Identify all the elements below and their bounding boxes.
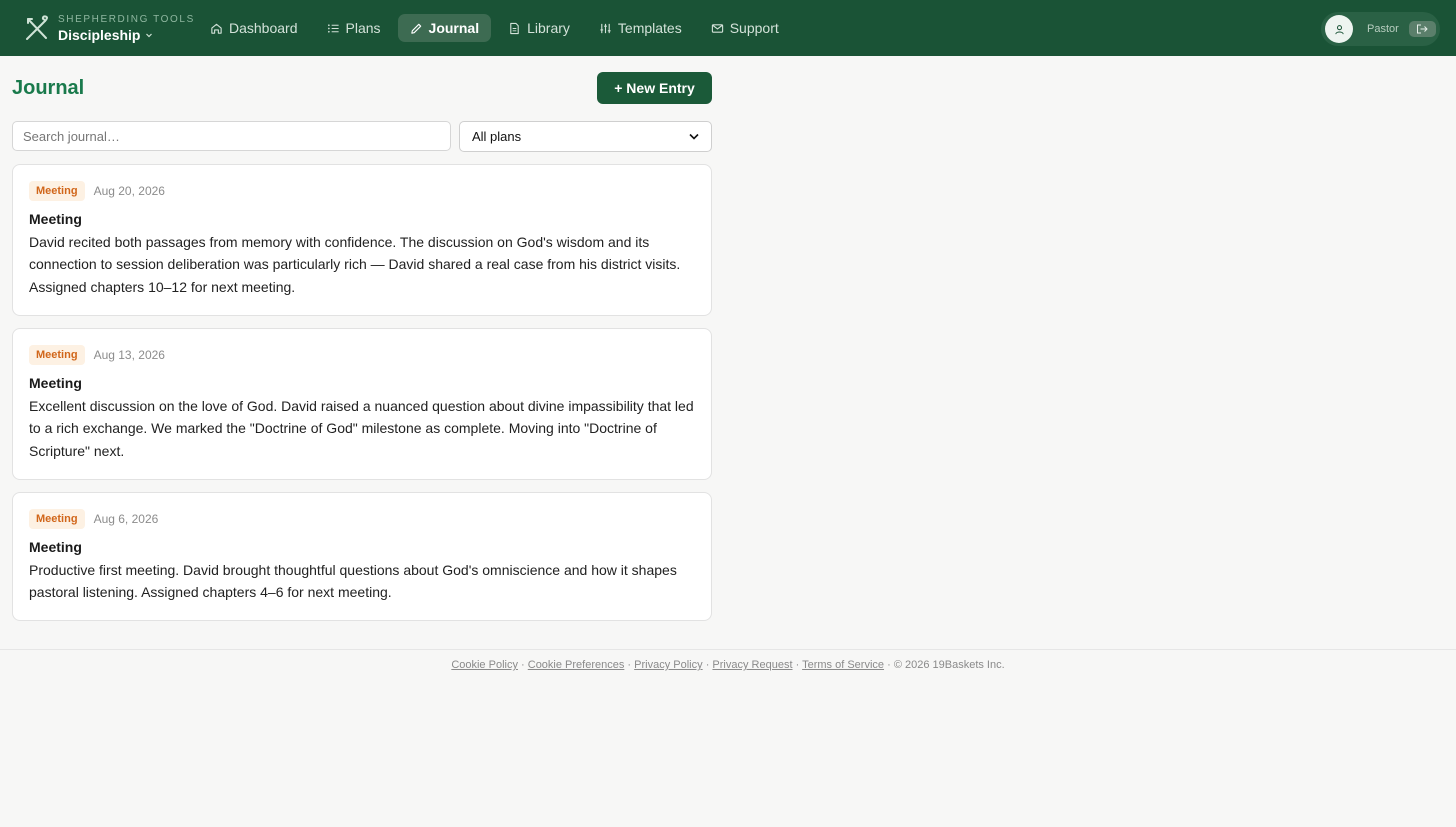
page-title: Journal	[12, 77, 85, 99]
entry-date: Aug 13, 2026	[93, 348, 165, 362]
brand-kicker: SHEPHERDING TOOLS	[58, 14, 195, 25]
brand-name-label: Discipleship	[58, 27, 141, 43]
footer-separator: ·	[795, 659, 800, 671]
journal-entry-card[interactable]: Meeting Aug 20, 2026 Meeting David recit…	[12, 164, 712, 316]
search-input[interactable]	[12, 121, 451, 151]
chevron-down-icon	[689, 133, 699, 140]
user-menu[interactable]: Pastor	[1321, 12, 1440, 46]
footer-separator: ·	[887, 659, 891, 671]
entry-body: Excellent discussion on the love of God.…	[29, 398, 694, 459]
footer-link-privacy-request[interactable]: Privacy Request	[712, 659, 792, 671]
entry-title: Meeting	[29, 539, 82, 555]
entry-title: Meeting	[29, 375, 82, 391]
brand-text: SHEPHERDING TOOLS Discipleship	[58, 14, 195, 43]
crook-logo-icon	[26, 15, 48, 40]
nav-item-templates[interactable]: Templates	[587, 14, 694, 42]
brand-switcher[interactable]: SHEPHERDING TOOLS Discipleship	[24, 12, 195, 44]
mail-icon	[711, 23, 723, 33]
sliders-icon	[600, 23, 611, 33]
footer-link-cookie-policy[interactable]: Cookie Policy	[451, 659, 518, 671]
nav-item-label: Dashboard	[229, 20, 298, 36]
journal-entry-card[interactable]: Meeting Aug 13, 2026 Meeting Excellent d…	[12, 328, 712, 480]
entry-type-badge: Meeting	[29, 345, 85, 365]
nav-item-plans[interactable]: Plans	[315, 14, 393, 42]
list-icon	[327, 23, 339, 33]
footer-link-cookie-preferences[interactable]: Cookie Preferences	[528, 659, 625, 671]
entry-body: David recited both passages from memory …	[29, 234, 681, 295]
entry-header: Meeting Aug 6, 2026	[29, 509, 695, 529]
document-icon	[510, 22, 519, 34]
nav-item-library[interactable]: Library	[496, 14, 582, 42]
logout-icon	[1417, 24, 1429, 34]
brand-name: Discipleship	[58, 28, 195, 42]
nav-item-journal[interactable]: Journal	[397, 14, 492, 42]
footer-separator: ·	[705, 659, 710, 671]
nav-item-label: Plans	[345, 20, 381, 36]
entry-header: Meeting Aug 20, 2026	[29, 181, 695, 201]
nav-item-label: Library	[527, 20, 570, 36]
home-icon	[211, 23, 222, 34]
footer: Cookie Policy · Cookie Preferences · Pri…	[0, 649, 1456, 827]
entry-title: Meeting	[29, 211, 82, 227]
new-entry-button[interactable]: + New Entry	[597, 72, 712, 104]
entry-date: Aug 20, 2026	[93, 184, 165, 198]
nav-item-label: Support	[729, 20, 779, 36]
plan-filter-select[interactable]: All plans	[459, 121, 712, 152]
chevron-down-icon	[146, 33, 153, 38]
avatar[interactable]	[1325, 15, 1353, 43]
entry-type-badge: Meeting	[29, 181, 85, 201]
nav-item-label: Journal	[428, 20, 480, 36]
plan-filter-value: All plans	[472, 129, 522, 144]
pencil-icon	[410, 23, 421, 34]
footer-link-terms-of-service[interactable]: Terms of Service	[802, 659, 884, 671]
footer-link-privacy-policy[interactable]: Privacy Policy	[634, 659, 702, 671]
top-navbar: SHEPHERDING TOOLS Discipleship Dashboard…	[0, 0, 1456, 56]
footer-copyright: © 2026 19Baskets Inc.	[893, 659, 1005, 671]
main-nav: Dashboard Plans Journal Library Template…	[198, 14, 796, 42]
entry-date: Aug 6, 2026	[93, 512, 159, 526]
entry-type-badge: Meeting	[29, 509, 85, 529]
logout-button[interactable]	[1408, 21, 1436, 37]
nav-item-dashboard[interactable]: Dashboard	[198, 14, 310, 42]
user-icon	[1334, 24, 1344, 34]
entry-header: Meeting Aug 13, 2026	[29, 345, 695, 365]
journal-entry-card[interactable]: Meeting Aug 6, 2026 Meeting Productive f…	[12, 492, 712, 621]
user-role: Pastor	[1367, 23, 1399, 35]
footer-links: Cookie Policy · Cookie Preferences · Pri…	[0, 659, 1456, 671]
nav-item-support[interactable]: Support	[699, 14, 791, 42]
footer-separator: ·	[627, 659, 632, 671]
entry-body: Productive first meeting. David brought …	[29, 562, 677, 601]
footer-separator: ·	[521, 659, 525, 671]
nav-item-label: Templates	[617, 20, 682, 36]
